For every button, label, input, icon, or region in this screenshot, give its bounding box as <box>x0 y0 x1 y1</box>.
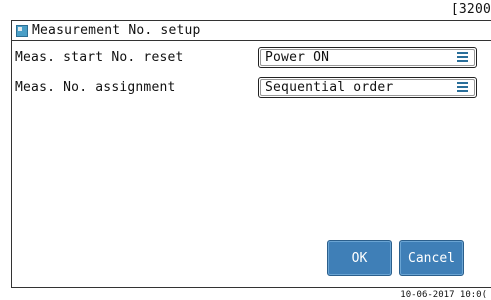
ok-button[interactable]: OK <box>327 240 392 276</box>
start-reset-select[interactable]: Power ON <box>258 47 477 68</box>
select-value: Power ON <box>265 50 330 65</box>
menu-icon <box>457 82 468 92</box>
cancel-button[interactable]: Cancel <box>399 240 464 276</box>
assignment-select[interactable]: Sequential order <box>258 77 477 98</box>
setting-label: Meas. No. assignment <box>15 80 176 95</box>
menu-icon <box>457 52 468 62</box>
timestamp: 10-06-2017 10:0( <box>400 290 487 300</box>
screen-code: [3200 <box>450 2 491 17</box>
setting-label: Meas. start No. reset <box>15 50 184 65</box>
page-title: Measurement No. setup <box>32 23 201 38</box>
setting-row-start-reset: Meas. start No. reset Power ON <box>0 47 480 69</box>
setting-row-assignment: Meas. No. assignment Sequential order <box>0 77 480 99</box>
title-bar: Measurement No. setup <box>12 21 491 41</box>
window-icon <box>16 24 28 37</box>
select-value: Sequential order <box>265 80 394 95</box>
